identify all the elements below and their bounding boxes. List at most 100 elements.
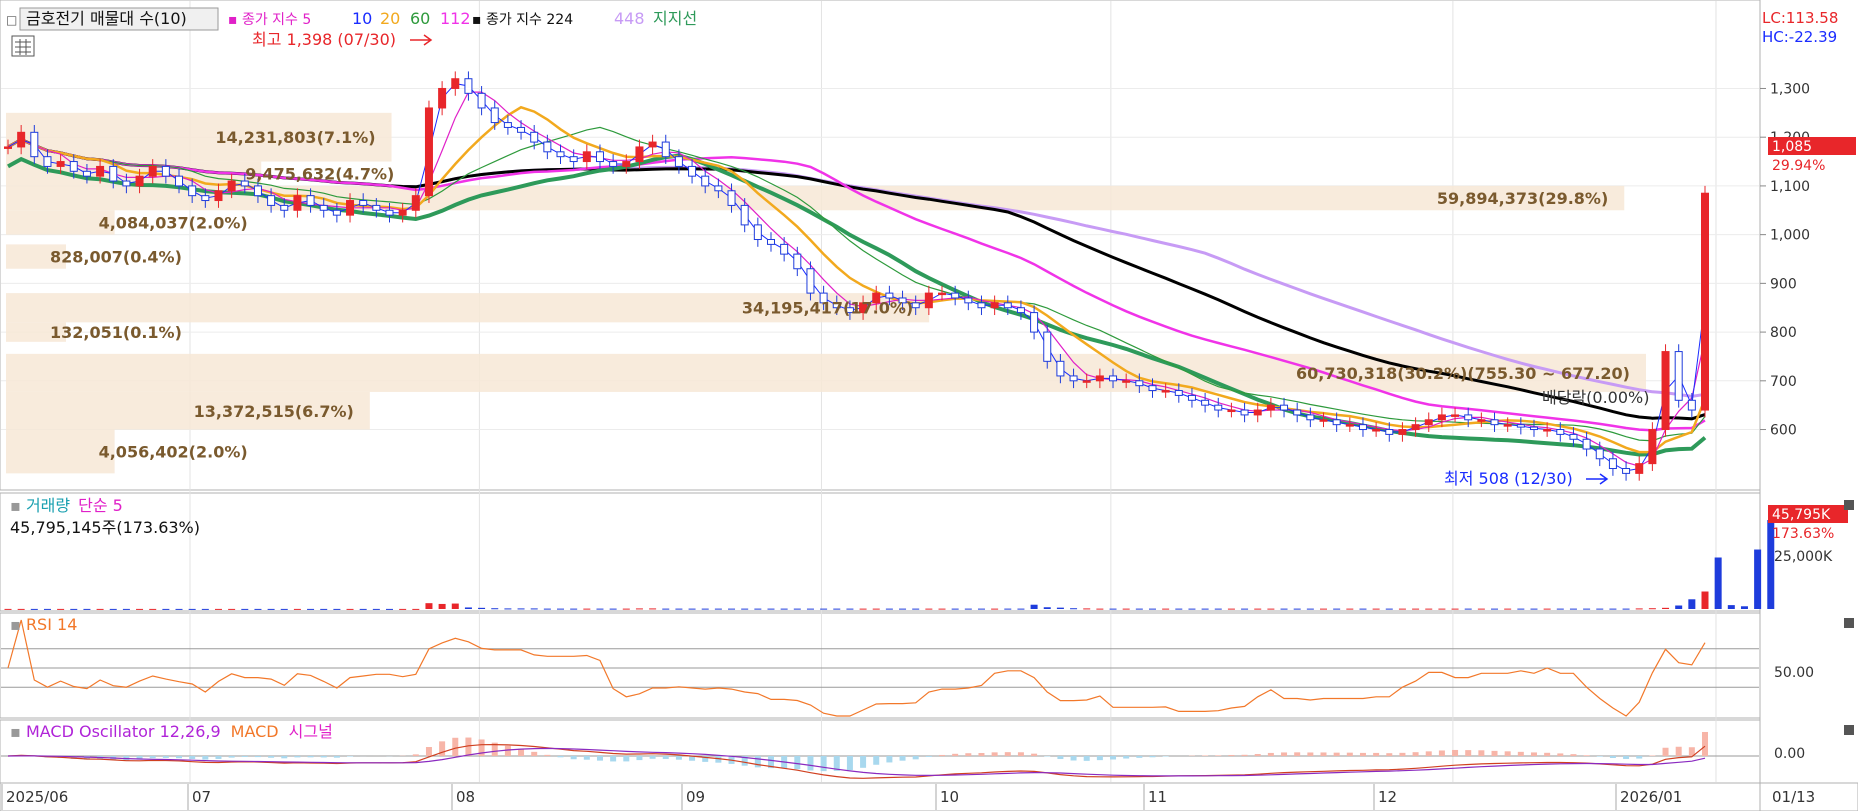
rsi-panel[interactable] [0,612,1761,719]
candle-body [609,161,618,167]
candle-body [911,302,920,309]
volume-bar [1504,608,1512,610]
candle-body [109,165,118,182]
candle-body [1043,331,1052,362]
candle-body [1674,351,1683,401]
ma-period-448: 448 [614,9,645,28]
volume-profile-label: 9,475,632(4.7%) [245,165,394,184]
volume-bar [596,608,604,610]
macd-osc-bar [149,756,156,759]
volume-bar [412,608,420,610]
macd-osc-bar [1281,752,1288,756]
volume-tick: 25,000K [1774,549,1833,565]
volume-bar [109,608,117,610]
dividend-annotation: 배당락(0.00%) [1542,388,1649,407]
volume-bar [1530,608,1538,610]
macd-osc-bar [610,756,617,762]
candle-body [1253,409,1262,416]
candle-body [30,131,39,158]
candle-body [569,156,578,163]
date-label: 07 [192,788,211,806]
macd-osc-bar [886,756,893,763]
volume-bar [1306,608,1314,610]
volume-bar [504,608,512,610]
rsi-close-icon[interactable] [1844,618,1854,628]
volume-bar [557,608,565,610]
volume-bar [1569,608,1577,610]
candle-body [424,107,433,197]
volume-bar [70,608,78,610]
macd-osc-bar [1083,756,1090,761]
volume-bar [1056,607,1064,609]
macd-osc-bar [1149,756,1156,758]
volume-bar [767,608,775,610]
current-price: 1,085 [1772,139,1812,155]
candle-body [674,156,683,167]
support-line-label: 지지선 [653,9,697,28]
volume-bar [241,608,249,610]
volume-bar [228,608,236,610]
candle-body [753,224,762,241]
macd-osc-bar [1452,749,1459,756]
candle-body [148,165,157,177]
volume-bar [1556,608,1564,610]
candle-body [964,297,973,304]
macd-osc-bar [649,756,656,759]
candle-body [622,161,631,167]
macd-osc-bar [294,756,301,758]
checkbox-icon[interactable]: □ [6,13,17,27]
volume-profile-label: 14,231,803(7.1%) [215,128,375,147]
candle-body [4,146,12,149]
volume-bar [728,608,736,610]
volume-close-icon[interactable] [1844,500,1854,510]
candle-body [661,141,670,158]
volume-bar [714,608,722,610]
price-tick-label: 1,300 [1770,81,1810,97]
macd-osc-bar [1662,747,1669,756]
candle-body [464,78,473,94]
candle-body [161,165,170,177]
candle-body [924,292,933,309]
volume-profile-label: 60,730,318(30.2%)(755.30 ~ 677.20) [1296,364,1630,383]
macd-osc-bar [544,754,551,756]
volume-bar [1030,604,1038,609]
macd-osc-bar [1491,750,1498,756]
table-icon[interactable] [11,35,35,57]
volume-bar [925,608,933,610]
macd-osc-bar [570,756,577,760]
volume-profile-label: 13,372,515(6.7%) [194,402,354,421]
macd-osc-bar [925,756,932,757]
macd-osc-bar [1228,754,1235,756]
macd-osc-bar [965,753,972,756]
macd-close-icon[interactable] [1844,725,1854,735]
volume-bar [1227,608,1235,610]
volume-bar [188,608,196,610]
volume-bar [1096,608,1104,610]
macd-osc-bar [215,756,222,759]
candle-body [56,161,65,167]
macd-osc-bar [557,756,564,758]
stock-chart[interactable]: 14,231,803(7.1%) 9,475,632(4.7%) 59,894,37… [0,0,1858,811]
macd-osc-bar [794,756,801,770]
candle-body [1372,429,1381,432]
candle-body [451,78,460,89]
candle-body [1332,419,1341,426]
candle-body [1161,390,1170,393]
volume-bar [1293,608,1301,610]
candle-body [582,151,591,163]
volume-panel[interactable] [0,492,1761,612]
volume-bar [307,608,315,610]
volume-bar [912,608,920,610]
volume-bar [1648,608,1656,610]
macd-osc-bar [268,756,275,758]
macd-osc-bar [1031,753,1038,756]
candle-body [938,292,947,296]
volume-bar [1491,608,1499,610]
price-tick-label: 900 [1770,276,1797,292]
current-volume: 45,795K [1772,507,1831,523]
candle-body [332,209,341,216]
candle-body [701,175,710,187]
volume-bar [675,608,683,610]
candle-body [1003,302,1012,309]
volume-bar [1438,608,1446,610]
